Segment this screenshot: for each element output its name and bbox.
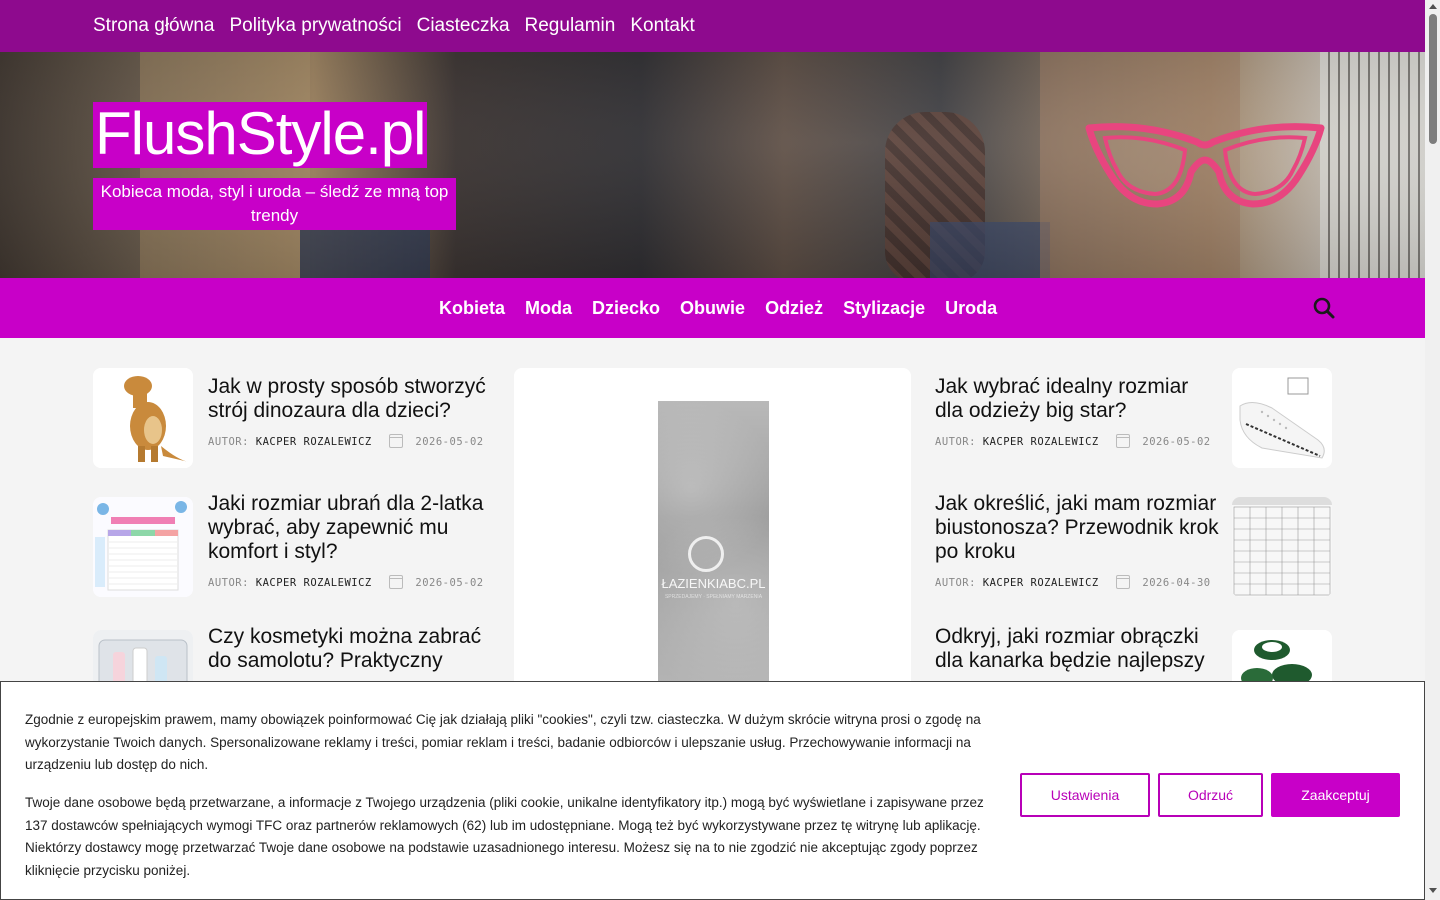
post-thumbnail-dinosaur[interactable] — [93, 368, 193, 468]
bra-size-table-image — [1232, 497, 1332, 597]
calendar-icon — [1115, 575, 1130, 589]
search-icon[interactable] — [1312, 296, 1336, 320]
calendar-icon — [1115, 434, 1130, 448]
post-title[interactable]: Jak w prosty sposób stworzyć strój dinoz… — [208, 375, 493, 423]
nav-uroda[interactable]: Uroda — [945, 298, 997, 319]
ad-logo-subtext: SPRZEDAJEMY · SPEŁNIAMY MARZENIA — [664, 594, 763, 600]
author-label: AUTOR: — [208, 577, 249, 589]
post-thumbnail-sneaker[interactable] — [1232, 368, 1332, 468]
post-date: 2026-05-02 — [1142, 436, 1211, 448]
cookie-accept-button[interactable]: Zaakceptuj — [1271, 773, 1400, 817]
author-label: AUTOR: — [935, 436, 976, 448]
post-meta: AUTOR: KACPER ROZALEWICZ 2026-05-02 — [208, 434, 484, 448]
nav-odziez[interactable]: Odzież — [765, 298, 823, 319]
glasses-logo-icon — [1085, 123, 1325, 208]
post-date: 2026-05-02 — [415, 436, 484, 448]
cookie-text-2: Twoje dane osobowe będą przetwarzane, a … — [25, 795, 984, 878]
cookie-reject-button[interactable]: Odrzuć — [1158, 773, 1263, 817]
post-title[interactable]: Jaki rozmiar ubrań dla 2-latka wybrać, a… — [208, 492, 498, 564]
top-nav-home[interactable]: Strona główna — [93, 15, 214, 37]
post-title[interactable]: Jak określić, jaki mam rozmiar biustonos… — [935, 492, 1225, 564]
ad-logo-text: ŁAZIENKIABC.PL — [661, 576, 766, 591]
scroll-down-arrow-icon[interactable] — [1429, 888, 1437, 893]
nav-dziecko[interactable]: Dziecko — [592, 298, 660, 319]
post-title[interactable]: Czy kosmetyki można zabrać do samolotu? … — [208, 625, 498, 673]
post-meta: AUTOR: KACPER ROZALEWICZ 2026-05-02 — [935, 434, 1211, 448]
top-nav-privacy[interactable]: Polityka prywatności — [229, 15, 401, 37]
bathroom-tile-ad-image[interactable]: ŁAZIENKIABC.PL SPRZEDAJEMY · SPEŁNIAMY M… — [658, 401, 769, 691]
author-label: AUTOR: — [208, 436, 249, 448]
nav-moda[interactable]: Moda — [525, 298, 572, 319]
top-bar: Strona główna Polityka prywatności Ciast… — [0, 0, 1425, 52]
post-author[interactable]: KACPER ROZALEWICZ — [983, 436, 1099, 448]
cookie-text-1: Zgodnie z europejskim prawem, mamy obowi… — [25, 712, 981, 772]
main-navigation: Kobieta Moda Dziecko Obuwie Odzież Styli… — [0, 278, 1425, 338]
post-title[interactable]: Jak wybrać idealny rozmiar dla odzieży b… — [935, 375, 1220, 423]
post-author[interactable]: KACPER ROZALEWICZ — [256, 577, 372, 589]
top-navigation: Strona główna Polityka prywatności Ciast… — [93, 0, 695, 52]
top-nav-terms[interactable]: Regulamin — [525, 15, 616, 37]
post-date: 2026-05-02 — [415, 577, 484, 589]
site-title[interactable]: FlushStyle.pl — [93, 102, 428, 168]
post-title[interactable]: Odkryj, jaki rozmiar obrączki dla kanark… — [935, 625, 1225, 673]
nav-kobieta[interactable]: Kobieta — [439, 298, 505, 319]
scrollbar-thumb[interactable] — [1429, 14, 1437, 144]
post-date: 2026-04-30 — [1142, 577, 1211, 589]
calendar-icon — [388, 575, 403, 589]
dinosaur-costume-image — [93, 368, 193, 468]
nav-obuwie[interactable]: Obuwie — [680, 298, 745, 319]
calendar-icon — [388, 434, 403, 448]
author-label: AUTOR: — [935, 577, 976, 589]
post-meta: AUTOR: KACPER ROZALEWICZ 2026-04-30 — [935, 575, 1211, 589]
scroll-up-arrow-icon[interactable] — [1429, 4, 1437, 9]
post-thumbnail-size-chart[interactable] — [93, 497, 193, 597]
post-author[interactable]: KACPER ROZALEWICZ — [983, 577, 1099, 589]
post-meta: AUTOR: KACPER ROZALEWICZ 2026-05-02 — [208, 575, 484, 589]
top-nav-cookies[interactable]: Ciasteczka — [417, 15, 510, 37]
tile-logo-icon — [688, 536, 724, 572]
post-thumbnail-bra-size[interactable] — [1232, 497, 1332, 597]
top-nav-contact[interactable]: Kontakt — [630, 15, 694, 37]
site-tagline: Kobieca moda, styl i uroda – śledź ze mn… — [93, 178, 456, 230]
white-sneaker-image — [1232, 368, 1332, 468]
nav-stylizacje[interactable]: Stylizacje — [843, 298, 925, 319]
post-author[interactable]: KACPER ROZALEWICZ — [256, 436, 372, 448]
size-chart-image — [93, 497, 193, 597]
cookie-settings-button[interactable]: Ustawienia — [1020, 773, 1150, 817]
